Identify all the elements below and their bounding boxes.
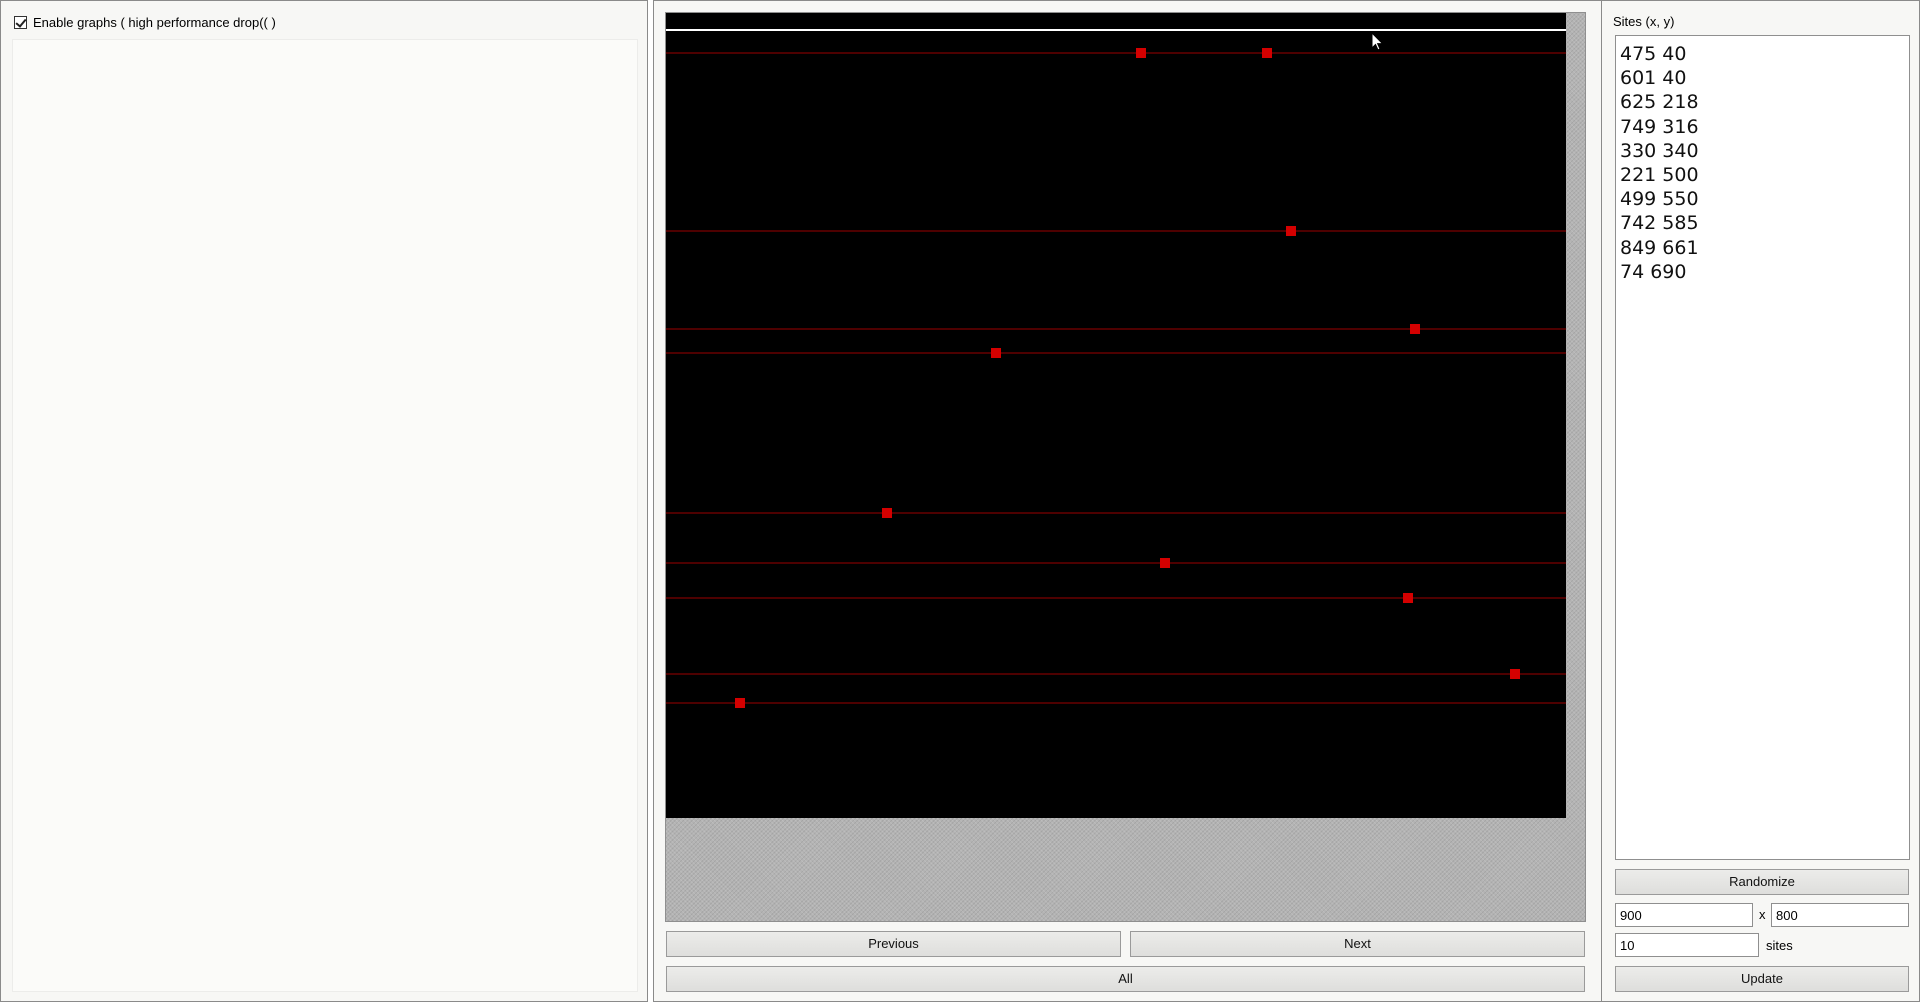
diagram-panel: Previous Next All bbox=[653, 0, 1603, 1002]
voronoi-canvas[interactable] bbox=[666, 13, 1566, 818]
site-point bbox=[1403, 593, 1413, 603]
checkbox-checked-icon[interactable] bbox=[14, 16, 27, 29]
site-point bbox=[882, 508, 892, 518]
next-button[interactable]: Next bbox=[1130, 931, 1585, 957]
canvas-background bbox=[666, 13, 1566, 818]
site-point bbox=[1510, 669, 1520, 679]
dimension-separator: x bbox=[1759, 907, 1766, 922]
width-field[interactable] bbox=[1615, 903, 1753, 927]
randomize-button[interactable]: Randomize bbox=[1615, 869, 1909, 895]
height-field[interactable] bbox=[1771, 903, 1909, 927]
site-point bbox=[1410, 324, 1420, 334]
graph-area bbox=[12, 39, 638, 992]
sites-count-label: sites bbox=[1766, 938, 1793, 953]
sites-heading: Sites (x, y) bbox=[1613, 14, 1675, 29]
diagram-scroll-area[interactable] bbox=[665, 12, 1586, 922]
site-point bbox=[1286, 226, 1296, 236]
site-point bbox=[1160, 558, 1170, 568]
enable-graphs-checkbox[interactable]: Enable graphs ( high performance drop(( … bbox=[14, 15, 276, 30]
site-point bbox=[735, 698, 745, 708]
sites-panel: Sites (x, y) 475 40 601 40 625 218 749 3… bbox=[1601, 0, 1920, 1002]
enable-graphs-label: Enable graphs ( high performance drop(( … bbox=[33, 15, 276, 30]
sites-count-field[interactable] bbox=[1615, 933, 1759, 957]
all-button[interactable]: All bbox=[666, 966, 1585, 992]
site-point bbox=[1136, 48, 1146, 58]
mouse-cursor-icon bbox=[1371, 32, 1384, 51]
previous-button[interactable]: Previous bbox=[666, 931, 1121, 957]
graphs-panel: Enable graphs ( high performance drop(( … bbox=[0, 0, 648, 1002]
site-point bbox=[1262, 48, 1272, 58]
sites-text-area[interactable]: 475 40 601 40 625 218 749 316 330 340 22… bbox=[1615, 35, 1910, 860]
site-point bbox=[991, 348, 1001, 358]
update-button[interactable]: Update bbox=[1615, 966, 1909, 992]
